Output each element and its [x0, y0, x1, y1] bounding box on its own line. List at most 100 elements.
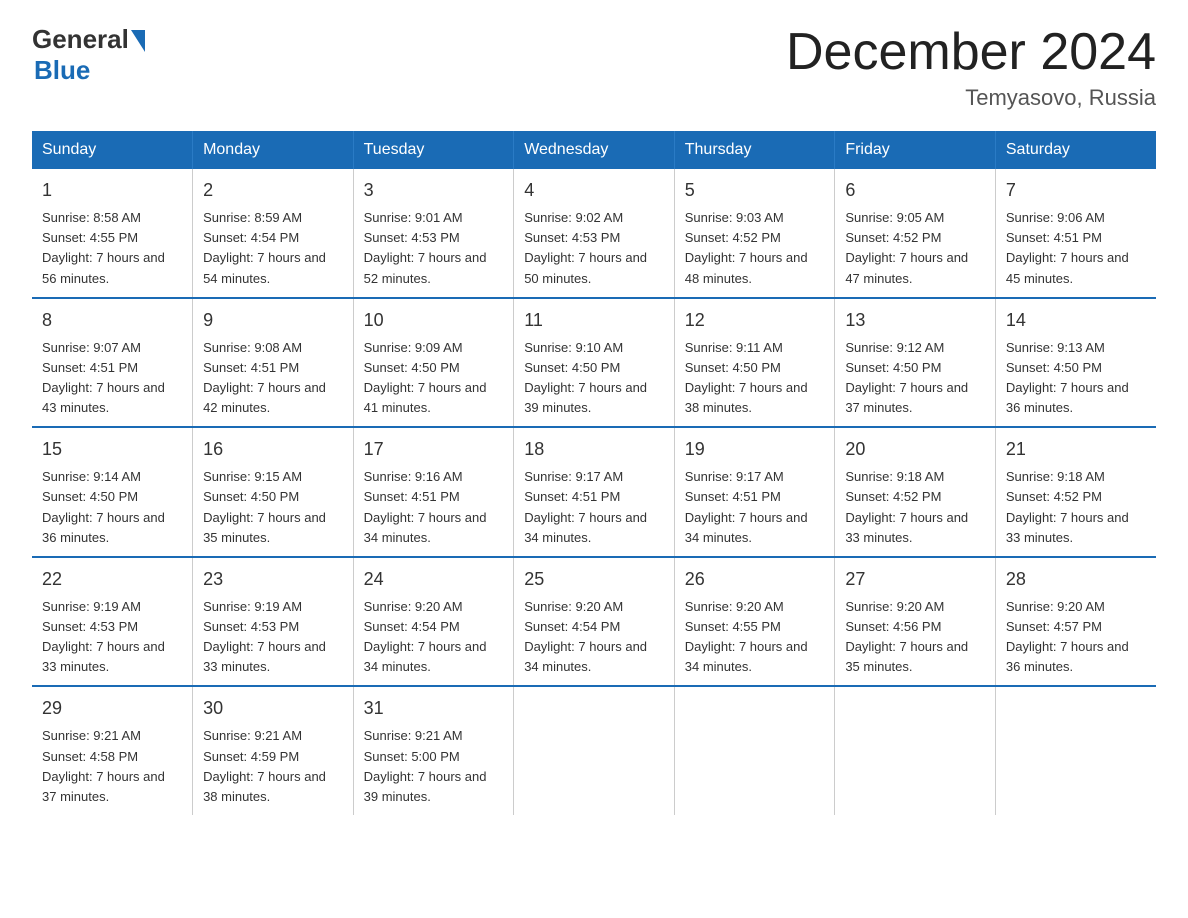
day-info: Sunrise: 9:08 AMSunset: 4:51 PMDaylight:…	[203, 340, 326, 415]
day-info: Sunrise: 9:19 AMSunset: 4:53 PMDaylight:…	[42, 599, 165, 674]
calendar-day-cell: 11 Sunrise: 9:10 AMSunset: 4:50 PMDayligh…	[514, 298, 675, 428]
weekday-header-monday: Monday	[193, 131, 354, 169]
day-info: Sunrise: 9:16 AMSunset: 4:51 PMDaylight:…	[364, 469, 487, 544]
weekday-header-wednesday: Wednesday	[514, 131, 675, 169]
day-number: 30	[203, 695, 343, 722]
calendar-day-cell: 9 Sunrise: 9:08 AMSunset: 4:51 PMDaylight…	[193, 298, 354, 428]
day-number: 20	[845, 436, 985, 463]
logo: General Blue	[32, 24, 145, 86]
day-info: Sunrise: 8:59 AMSunset: 4:54 PMDaylight:…	[203, 210, 326, 285]
month-title: December 2024	[786, 24, 1156, 81]
day-number: 7	[1006, 177, 1146, 204]
day-info: Sunrise: 9:19 AMSunset: 4:53 PMDaylight:…	[203, 599, 326, 674]
day-number: 18	[524, 436, 664, 463]
calendar-day-cell	[835, 686, 996, 815]
weekday-header-row: SundayMondayTuesdayWednesdayThursdayFrid…	[32, 131, 1156, 169]
day-number: 21	[1006, 436, 1146, 463]
day-number: 6	[845, 177, 985, 204]
day-number: 14	[1006, 307, 1146, 334]
day-number: 5	[685, 177, 825, 204]
day-number: 1	[42, 177, 182, 204]
day-info: Sunrise: 9:17 AMSunset: 4:51 PMDaylight:…	[524, 469, 647, 544]
day-number: 17	[364, 436, 504, 463]
calendar-day-cell: 15 Sunrise: 9:14 AMSunset: 4:50 PMDayligh…	[32, 427, 193, 557]
calendar-day-cell: 27 Sunrise: 9:20 AMSunset: 4:56 PMDayligh…	[835, 557, 996, 687]
day-info: Sunrise: 9:15 AMSunset: 4:50 PMDaylight:…	[203, 469, 326, 544]
day-info: Sunrise: 9:20 AMSunset: 4:54 PMDaylight:…	[524, 599, 647, 674]
calendar-day-cell: 23 Sunrise: 9:19 AMSunset: 4:53 PMDayligh…	[193, 557, 354, 687]
calendar-day-cell: 6 Sunrise: 9:05 AMSunset: 4:52 PMDaylight…	[835, 169, 996, 298]
calendar-day-cell: 21 Sunrise: 9:18 AMSunset: 4:52 PMDayligh…	[995, 427, 1156, 557]
day-number: 31	[364, 695, 504, 722]
day-info: Sunrise: 9:10 AMSunset: 4:50 PMDaylight:…	[524, 340, 647, 415]
day-info: Sunrise: 9:20 AMSunset: 4:56 PMDaylight:…	[845, 599, 968, 674]
calendar-table: SundayMondayTuesdayWednesdayThursdayFrid…	[32, 131, 1156, 815]
day-info: Sunrise: 9:18 AMSunset: 4:52 PMDaylight:…	[845, 469, 968, 544]
calendar-day-cell: 22 Sunrise: 9:19 AMSunset: 4:53 PMDayligh…	[32, 557, 193, 687]
calendar-day-cell: 16Sunrise: 9:15 AMSunset: 4:50 PMDayligh…	[193, 427, 354, 557]
day-number: 10	[364, 307, 504, 334]
calendar-day-cell: 2 Sunrise: 8:59 AMSunset: 4:54 PMDaylight…	[193, 169, 354, 298]
day-info: Sunrise: 9:05 AMSunset: 4:52 PMDaylight:…	[845, 210, 968, 285]
calendar-day-cell: 10Sunrise: 9:09 AMSunset: 4:50 PMDayligh…	[353, 298, 514, 428]
day-number: 3	[364, 177, 504, 204]
day-info: Sunrise: 9:07 AMSunset: 4:51 PMDaylight:…	[42, 340, 165, 415]
calendar-day-cell: 31 Sunrise: 9:21 AMSunset: 5:00 PMDayligh…	[353, 686, 514, 815]
day-number: 11	[524, 307, 664, 334]
calendar-day-cell: 13 Sunrise: 9:12 AMSunset: 4:50 PMDayligh…	[835, 298, 996, 428]
calendar-day-cell: 25Sunrise: 9:20 AMSunset: 4:54 PMDayligh…	[514, 557, 675, 687]
day-number: 28	[1006, 566, 1146, 593]
day-info: Sunrise: 9:02 AMSunset: 4:53 PMDaylight:…	[524, 210, 647, 285]
day-number: 27	[845, 566, 985, 593]
day-info: Sunrise: 9:11 AMSunset: 4:50 PMDaylight:…	[685, 340, 808, 415]
day-number: 22	[42, 566, 182, 593]
day-number: 24	[364, 566, 504, 593]
calendar-week-row: 8 Sunrise: 9:07 AMSunset: 4:51 PMDaylight…	[32, 298, 1156, 428]
day-info: Sunrise: 9:20 AMSunset: 4:57 PMDaylight:…	[1006, 599, 1129, 674]
calendar-day-cell: 24Sunrise: 9:20 AMSunset: 4:54 PMDayligh…	[353, 557, 514, 687]
day-info: Sunrise: 9:21 AMSunset: 4:58 PMDaylight:…	[42, 728, 165, 803]
calendar-day-cell: 28 Sunrise: 9:20 AMSunset: 4:57 PMDayligh…	[995, 557, 1156, 687]
calendar-day-cell: 17 Sunrise: 9:16 AMSunset: 4:51 PMDayligh…	[353, 427, 514, 557]
day-info: Sunrise: 9:12 AMSunset: 4:50 PMDaylight:…	[845, 340, 968, 415]
calendar-week-row: 29Sunrise: 9:21 AMSunset: 4:58 PMDayligh…	[32, 686, 1156, 815]
calendar-day-cell: 4 Sunrise: 9:02 AMSunset: 4:53 PMDaylight…	[514, 169, 675, 298]
day-number: 4	[524, 177, 664, 204]
calendar-day-cell: 29Sunrise: 9:21 AMSunset: 4:58 PMDayligh…	[32, 686, 193, 815]
day-info: Sunrise: 9:14 AMSunset: 4:50 PMDaylight:…	[42, 469, 165, 544]
day-number: 19	[685, 436, 825, 463]
day-info: Sunrise: 9:21 AMSunset: 5:00 PMDaylight:…	[364, 728, 487, 803]
calendar-day-cell	[995, 686, 1156, 815]
day-number: 12	[685, 307, 825, 334]
day-number: 13	[845, 307, 985, 334]
calendar-day-cell: 8 Sunrise: 9:07 AMSunset: 4:51 PMDaylight…	[32, 298, 193, 428]
weekday-header-thursday: Thursday	[674, 131, 835, 169]
day-info: Sunrise: 9:18 AMSunset: 4:52 PMDaylight:…	[1006, 469, 1129, 544]
day-info: Sunrise: 9:13 AMSunset: 4:50 PMDaylight:…	[1006, 340, 1129, 415]
location-label: Temyasovo, Russia	[786, 85, 1156, 111]
weekday-header-saturday: Saturday	[995, 131, 1156, 169]
day-number: 8	[42, 307, 182, 334]
day-info: Sunrise: 9:01 AMSunset: 4:53 PMDaylight:…	[364, 210, 487, 285]
page-header: General Blue December 2024 Temyasovo, Ru…	[32, 24, 1156, 111]
weekday-header-tuesday: Tuesday	[353, 131, 514, 169]
calendar-day-cell: 20 Sunrise: 9:18 AMSunset: 4:52 PMDayligh…	[835, 427, 996, 557]
day-number: 15	[42, 436, 182, 463]
calendar-day-cell: 26Sunrise: 9:20 AMSunset: 4:55 PMDayligh…	[674, 557, 835, 687]
day-number: 2	[203, 177, 343, 204]
logo-general-text: General	[32, 24, 129, 55]
calendar-day-cell: 12 Sunrise: 9:11 AMSunset: 4:50 PMDayligh…	[674, 298, 835, 428]
day-info: Sunrise: 9:06 AMSunset: 4:51 PMDaylight:…	[1006, 210, 1129, 285]
day-number: 9	[203, 307, 343, 334]
calendar-day-cell: 5 Sunrise: 9:03 AMSunset: 4:52 PMDaylight…	[674, 169, 835, 298]
calendar-week-row: 15 Sunrise: 9:14 AMSunset: 4:50 PMDayligh…	[32, 427, 1156, 557]
calendar-day-cell: 7 Sunrise: 9:06 AMSunset: 4:51 PMDaylight…	[995, 169, 1156, 298]
calendar-day-cell: 14 Sunrise: 9:13 AMSunset: 4:50 PMDayligh…	[995, 298, 1156, 428]
day-info: Sunrise: 9:03 AMSunset: 4:52 PMDaylight:…	[685, 210, 808, 285]
day-info: Sunrise: 9:17 AMSunset: 4:51 PMDaylight:…	[685, 469, 808, 544]
calendar-week-row: 1Sunrise: 8:58 AMSunset: 4:55 PMDaylight…	[32, 169, 1156, 298]
calendar-day-cell	[674, 686, 835, 815]
calendar-day-cell: 1Sunrise: 8:58 AMSunset: 4:55 PMDaylight…	[32, 169, 193, 298]
day-number: 23	[203, 566, 343, 593]
calendar-day-cell: 19 Sunrise: 9:17 AMSunset: 4:51 PMDayligh…	[674, 427, 835, 557]
